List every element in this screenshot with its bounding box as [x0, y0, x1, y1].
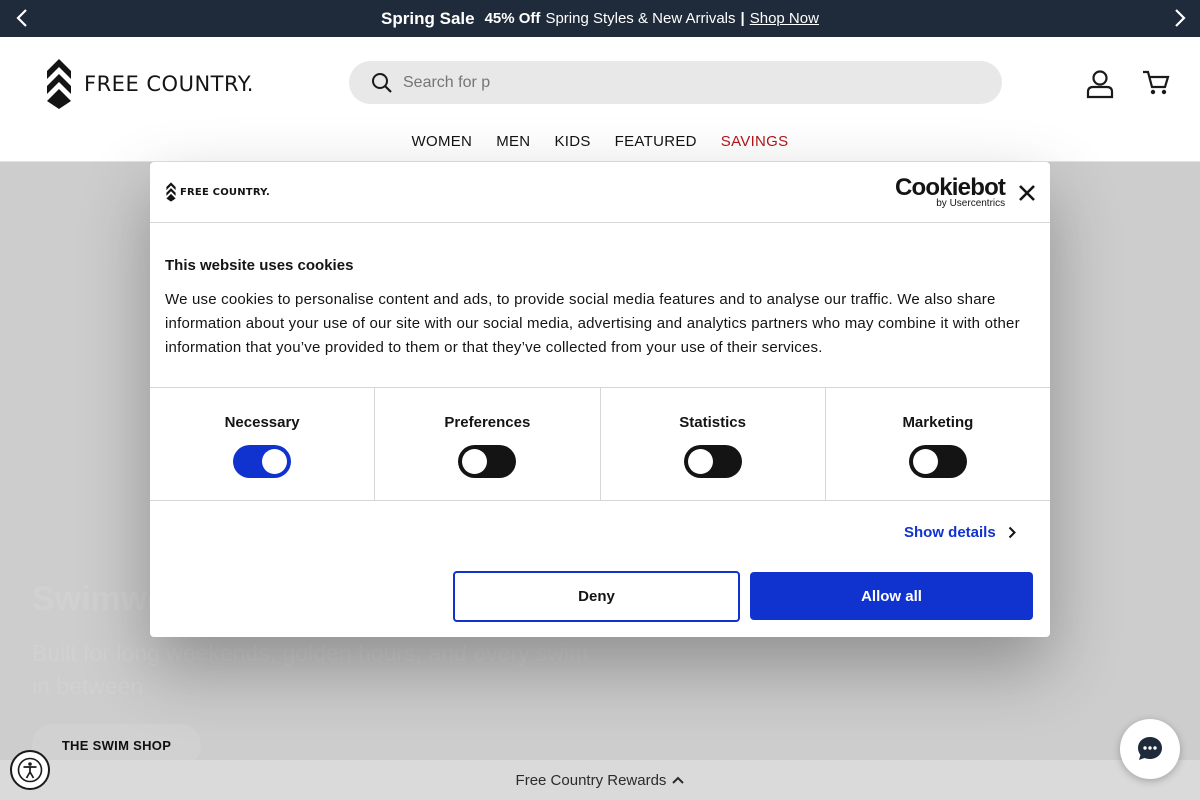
nav-kids[interactable]: KIDS [554, 133, 590, 150]
dialog-header: FREE COUNTRY. Cookiebot by Usercentrics [150, 162, 1050, 223]
category-preferences: Preferences [375, 388, 601, 500]
shop-now-link[interactable]: Shop Now [750, 10, 819, 27]
chat-button[interactable] [1120, 719, 1180, 779]
cart-icon[interactable] [1142, 69, 1172, 99]
category-marketing: Marketing [826, 388, 1050, 500]
deny-button[interactable]: Deny [453, 571, 740, 622]
main-nav: WOMEN MEN KIDS FEATURED SAVINGS [0, 133, 1200, 150]
cookie-consent-dialog: FREE COUNTRY. Cookiebot by Usercentrics … [150, 162, 1050, 637]
logo-text: FREE COUNTRY. [84, 72, 254, 96]
accessibility-icon [17, 757, 43, 783]
preferences-toggle[interactable] [458, 445, 517, 478]
dialog-logo-text: FREE COUNTRY. [180, 186, 270, 198]
announcement-separator: | [740, 10, 745, 27]
category-label: Marketing [902, 414, 974, 431]
nav-women[interactable]: WOMEN [412, 133, 473, 150]
consent-categories: Necessary Preferences Statistics Marketi… [150, 388, 1050, 501]
dialog-logo: FREE COUNTRY. [166, 182, 270, 202]
marketing-toggle[interactable] [908, 445, 967, 478]
site-header: FREE COUNTRY. WOMEN MEN KIDS FEATURED SA… [0, 37, 1200, 162]
dialog-body: This website uses cookies We use cookies… [150, 223, 1050, 388]
show-details-link[interactable]: Show details [904, 524, 1016, 541]
category-necessary: Necessary [150, 388, 376, 500]
category-label: Preferences [444, 414, 531, 431]
cookiebot-brand: Cookiebot [895, 174, 1006, 201]
statistics-toggle[interactable] [683, 445, 742, 478]
close-icon[interactable] [1017, 183, 1037, 203]
account-icon[interactable] [1085, 69, 1115, 99]
announcement-prev-icon[interactable] [12, 8, 32, 28]
site-logo[interactable]: FREE COUNTRY. [46, 59, 254, 109]
show-details-label: Show details [904, 524, 996, 541]
rewards-label: Free Country Rewards [515, 771, 667, 789]
search-bar[interactable] [349, 61, 1002, 104]
logo-mark-icon [47, 59, 71, 109]
chat-icon [1138, 737, 1162, 760]
chevron-up-icon [672, 776, 685, 784]
cookiebot-logo[interactable]: Cookiebot by Usercentrics [895, 174, 1006, 209]
nav-men[interactable]: MEN [496, 133, 530, 150]
rewards-bar[interactable]: Free Country Rewards [0, 760, 1200, 800]
allow-all-button[interactable]: Allow all [750, 572, 1033, 620]
announcement-sale-label: Spring Sale [381, 8, 475, 28]
search-icon[interactable] [371, 72, 393, 94]
announcement-discount: 45% Off [484, 10, 541, 27]
nav-featured[interactable]: FEATURED [615, 133, 697, 150]
category-label: Necessary [224, 414, 300, 431]
category-label: Statistics [679, 414, 746, 431]
necessary-toggle[interactable] [233, 445, 292, 478]
dialog-description: We use cookies to personalise content an… [165, 291, 1020, 356]
dialog-title: This website uses cookies [165, 257, 354, 274]
chevron-right-icon [1008, 526, 1016, 539]
announcement-message: Spring Styles & New Arrivals [545, 10, 736, 27]
nav-savings[interactable]: SAVINGS [721, 133, 789, 150]
announcement-bar: Spring Sale 45% Off Spring Styles & New … [0, 0, 1200, 37]
category-statistics: Statistics [601, 388, 826, 500]
logo-mark-icon [166, 182, 176, 202]
search-input[interactable] [403, 73, 963, 92]
accessibility-button[interactable] [10, 750, 50, 790]
announcement-next-icon[interactable] [1170, 8, 1190, 28]
